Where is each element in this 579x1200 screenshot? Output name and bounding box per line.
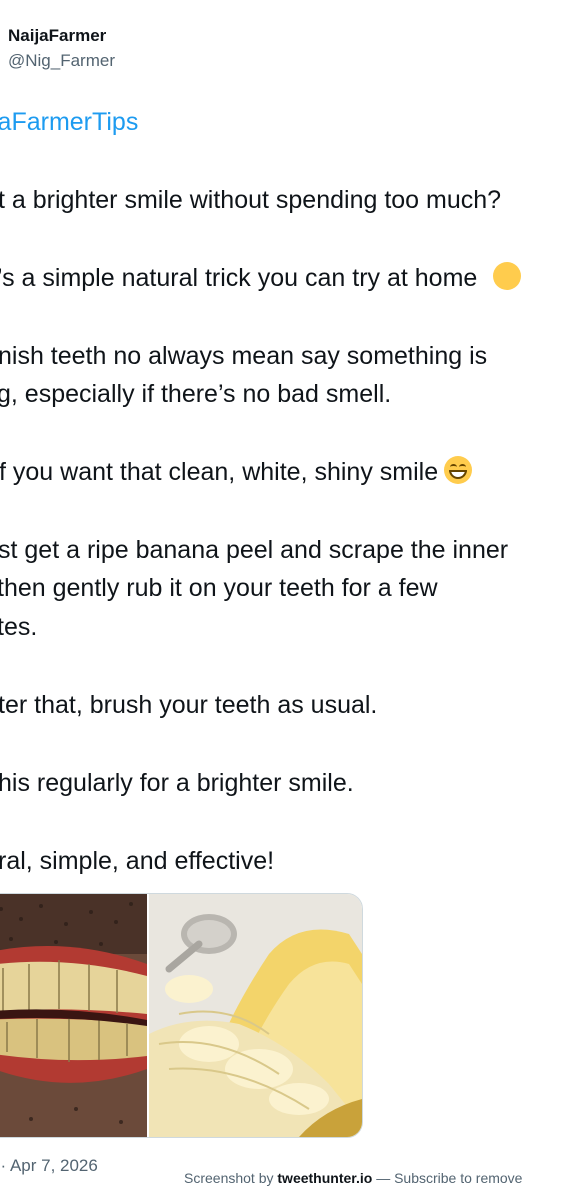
tweet-text-line: then gently rub it on your teeth for a f… bbox=[0, 574, 438, 602]
tweet-text-line: ter that, brush your teeth as usual. bbox=[0, 691, 378, 719]
author-display-name[interactable]: NaijaFarmer bbox=[8, 24, 115, 48]
tweet-media-grid bbox=[0, 893, 363, 1138]
tweet-text-segment: f you want that clean, white, shiny smil… bbox=[0, 458, 439, 486]
watermark-prefix: Screenshot by bbox=[184, 1170, 274, 1186]
watermark-brand: tweethunter.io bbox=[277, 1170, 373, 1186]
watermark-suffix: — Subscribe to remove bbox=[376, 1170, 523, 1186]
grinning-face-emoji-icon bbox=[444, 456, 473, 484]
tweet-text-line: st get a ripe banana peel and scrape the… bbox=[0, 536, 509, 564]
tweet-text-segment: ’s a simple natural trick you can try at… bbox=[0, 264, 478, 292]
tweet-timestamp[interactable]: l · Apr 7, 2026 bbox=[0, 1154, 98, 1178]
tweet-text-line: f you want that clean, white, shiny smil… bbox=[0, 456, 473, 488]
tweet-text-line: t a brighter smile without spending too … bbox=[0, 186, 502, 214]
author-handle[interactable]: @Nig_Farmer bbox=[8, 48, 115, 74]
point-down-emoji-icon bbox=[493, 262, 522, 290]
tweet-text-line: tes. bbox=[0, 613, 38, 641]
tweet-text-line: nish teeth no always mean say something … bbox=[0, 342, 488, 370]
smiling-teeth-photo[interactable] bbox=[0, 894, 147, 1137]
tweet-text-line: ’s a simple natural trick you can try at… bbox=[0, 262, 522, 294]
banana-peel-scrape-photo[interactable] bbox=[147, 894, 362, 1137]
tweet-text-line: his regularly for a brighter smile. bbox=[0, 769, 354, 797]
tweet-text-line: g, especially if there’s no bad smell. bbox=[0, 380, 392, 408]
tweet-author[interactable]: NaijaFarmer @Nig_Farmer bbox=[8, 24, 115, 74]
watermark: Screenshot by tweethunter.io — Subscribe… bbox=[184, 1168, 522, 1188]
tweet-text-line: ral, simple, and effective! bbox=[0, 847, 275, 875]
hashtag-link[interactable]: jaFarmerTips bbox=[0, 106, 138, 138]
